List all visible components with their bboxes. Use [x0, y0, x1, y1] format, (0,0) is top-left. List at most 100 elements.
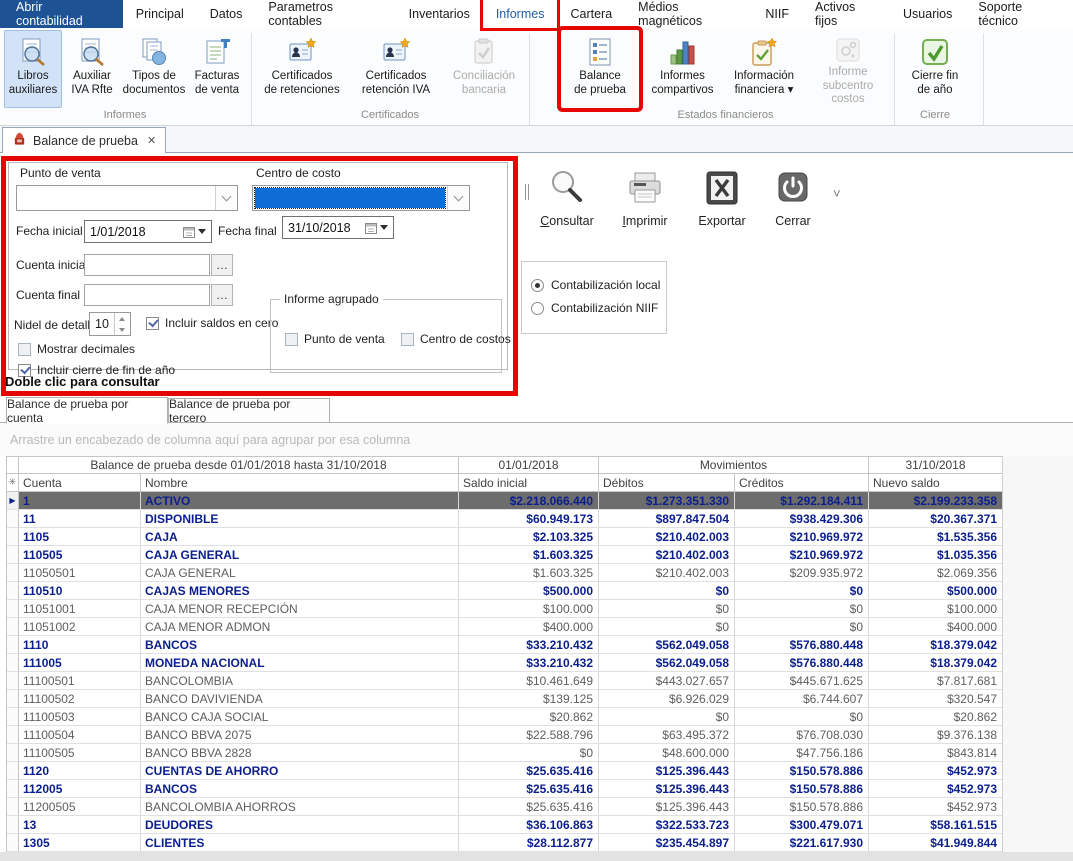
- incluir-saldos-checkbox-row[interactable]: Incluir saldos en cero: [146, 316, 278, 330]
- menu-item[interactable]: Abrir contabilidad: [0, 0, 123, 28]
- ribbon-button-libros-auxiliares[interactable]: Libros auxiliares: [4, 30, 62, 108]
- contabilizacion-local-radio-row[interactable]: Contabilización local: [531, 278, 660, 292]
- contabilizacion-niif-radio-row[interactable]: Contabilización NIIF: [531, 301, 658, 315]
- table-row[interactable]: 112005 BANCOS $25.635.416 $125.396.443 $…: [7, 780, 1002, 798]
- imprimir-button[interactable]: Imprimir: [609, 165, 681, 241]
- table-row[interactable]: 13 DEUDORES $36.106.863 $322.533.723 $30…: [7, 816, 1002, 834]
- table-row[interactable]: ▶ 1 ACTIVO $2.218.066.440 $1.273.351.330…: [7, 492, 1002, 510]
- band-title: Balance de prueba desde 01/01/2018 hasta…: [19, 456, 459, 474]
- table-row[interactable]: 11051001 CAJA MENOR RECEPCIÓN $100.000 $…: [7, 600, 1002, 618]
- column-header-creditos[interactable]: Créditos: [735, 474, 869, 492]
- table-row[interactable]: 1105 CAJA $2.103.325 $210.402.003 $210.9…: [7, 528, 1002, 546]
- table-row[interactable]: 110505 CAJA GENERAL $1.603.325 $210.402.…: [7, 546, 1002, 564]
- ribbon-button-facturas-venta[interactable]: Facturas de venta: [188, 30, 246, 108]
- menu-item[interactable]: Parametros contables: [255, 0, 395, 28]
- table-row[interactable]: 1120 CUENTAS DE AHORRO $25.635.416 $125.…: [7, 762, 1002, 780]
- cell-debitos: $562.049.058: [599, 654, 735, 672]
- menu-item[interactable]: Activos fijos: [802, 0, 890, 28]
- ribbon-button-tipos-documentos[interactable]: Tipos de documentos: [122, 30, 186, 108]
- cuenta-final-browse-button[interactable]: …: [211, 284, 233, 306]
- menu-item[interactable]: Inventarios: [396, 0, 483, 28]
- column-header-nombre[interactable]: Nombre: [141, 474, 459, 492]
- cell-creditos: $76.708.030: [735, 726, 869, 744]
- ribbon-button-informes-compartivos[interactable]: Informes compartivos: [643, 30, 722, 108]
- tab-balance-por-cuenta[interactable]: Balance de prueba por cuenta: [6, 397, 168, 424]
- checkbox-unchecked-icon[interactable]: [285, 333, 298, 346]
- menu-item[interactable]: Datos: [197, 0, 256, 28]
- menu-item[interactable]: Cartera: [557, 0, 625, 28]
- checkbox-unchecked-icon[interactable]: [401, 333, 414, 346]
- table-row[interactable]: 1305 CLIENTES $28.112.877 $235.454.897 $…: [7, 834, 1002, 852]
- ribbon-button-balance-prueba[interactable]: Balance de prueba: [561, 30, 639, 108]
- table-row[interactable]: 111005 MONEDA NACIONAL $33.210.432 $562.…: [7, 654, 1002, 672]
- column-header-saldo-inicial[interactable]: Saldo inicial: [459, 474, 599, 492]
- bottom-scroll-strip[interactable]: [0, 852, 1073, 861]
- group-by-panel[interactable]: Arrastre un encabezado de columna aquí p…: [0, 423, 1073, 456]
- contabilizacion-local-label: Contabilización local: [551, 278, 660, 292]
- cuenta-inicial-input[interactable]: [84, 254, 210, 276]
- menu-item[interactable]: Soporte técnico: [965, 0, 1073, 28]
- radio-selected-icon[interactable]: [531, 279, 544, 292]
- table-row[interactable]: 11051002 CAJA MENOR ADMON $400.000 $0 $0…: [7, 618, 1002, 636]
- table-row[interactable]: 11100501 BANCOLOMBIA $10.461.649 $443.02…: [7, 672, 1002, 690]
- menu-item-label: Principal: [136, 7, 184, 21]
- consultar-button[interactable]: Consultar: [531, 165, 603, 241]
- table-row[interactable]: 11100502 BANCO DAVIVIENDA $139.125 $6.92…: [7, 690, 1002, 708]
- tab-balance-por-tercero[interactable]: Balance de prueba por tercero: [168, 398, 330, 423]
- menu-item[interactable]: Informes: [483, 0, 558, 28]
- fecha-inicial-datepicker[interactable]: 1/01/2018: [84, 220, 212, 243]
- ribbon-button-informacion-financiera[interactable]: Información financiera ▾: [724, 30, 804, 108]
- ribbon-button-auxiliar-iva[interactable]: Auxiliar IVA Rfte: [64, 30, 120, 108]
- ribbon-button-certificados-retenciones[interactable]: Certificados de retenciones: [257, 30, 347, 108]
- close-icon[interactable]: ✕: [147, 134, 156, 147]
- menu-item[interactable]: NIIF: [752, 0, 802, 28]
- centro-costo-combobox[interactable]: [252, 185, 470, 211]
- column-header-cuenta[interactable]: Cuenta: [19, 474, 141, 492]
- punto-venta-combobox[interactable]: [16, 185, 238, 211]
- menu-item[interactable]: Médios magnéticos: [625, 0, 752, 28]
- checkbox-unchecked-icon[interactable]: [18, 343, 31, 356]
- table-row[interactable]: 11100504 BANCO BBVA 2075 $22.588.796 $63…: [7, 726, 1002, 744]
- more-actions-chevron-icon[interactable]: ˅: [833, 186, 841, 201]
- dropdown-arrow-icon[interactable]: [198, 229, 206, 234]
- table-row[interactable]: 110510 CAJAS MENORES $500.000 $0 $0 $500…: [7, 582, 1002, 600]
- checkbox-checked-icon[interactable]: [146, 317, 159, 330]
- nivel-detalle-stepper[interactable]: 10: [89, 312, 131, 336]
- cell-debitos: $125.396.443: [599, 762, 735, 780]
- menu-item[interactable]: Principal: [123, 0, 197, 28]
- table-row[interactable]: 11200505 BANCOLOMBIA AHORROS $25.635.416…: [7, 798, 1002, 816]
- menu-item[interactable]: Usuarios: [890, 0, 965, 28]
- radio-unselected-icon[interactable]: [531, 302, 544, 315]
- spinner-up-icon[interactable]: [115, 313, 129, 324]
- cuenta-inicial-browse-button[interactable]: …: [211, 254, 233, 276]
- tab-balance-de-prueba[interactable]: Balance de prueba ✕: [2, 127, 166, 153]
- column-header-nuevo-saldo[interactable]: Nuevo saldo: [869, 474, 1003, 492]
- dropdown-button[interactable]: [447, 186, 469, 210]
- exportar-button[interactable]: Exportar: [686, 165, 758, 241]
- list-report-icon: [585, 34, 615, 70]
- ribbon-button-cierre-fin-ano[interactable]: Cierre fin de año: [904, 30, 966, 108]
- cell-creditos: $150.578.886: [735, 798, 869, 816]
- dropdown-button[interactable]: [215, 186, 237, 210]
- cuenta-final-input[interactable]: [84, 284, 210, 306]
- ribbon-button-certificados-retencion-iva[interactable]: Certificados retención IVA: [351, 30, 441, 108]
- table-row[interactable]: 1110 BANCOS $33.210.432 $562.049.058 $57…: [7, 636, 1002, 654]
- contabilizacion-niif-label: Contabilización NIIF: [551, 301, 658, 315]
- mostrar-decimales-checkbox-row[interactable]: Mostrar decimales: [18, 342, 135, 356]
- splitter-handle[interactable]: [525, 184, 529, 200]
- table-row[interactable]: 11100503 BANCO CAJA SOCIAL $20.862 $0 $0…: [7, 708, 1002, 726]
- cerrar-button[interactable]: Cerrar: [757, 165, 829, 241]
- row-indicator: [7, 708, 19, 726]
- fecha-final-datepicker[interactable]: 31/10/2018: [282, 216, 394, 239]
- table-row[interactable]: 11 DISPONIBLE $60.949.173 $897.847.504 $…: [7, 510, 1002, 528]
- cell-nuevo-saldo: $9.376.138: [869, 726, 1003, 744]
- table-row[interactable]: 11100505 BANCO BBVA 2828 $0 $48.600.000 …: [7, 744, 1002, 762]
- menu-item-label: Abrir contabilidad: [16, 0, 107, 28]
- table-row[interactable]: 11050501 CAJA GENERAL $1.603.325 $210.40…: [7, 564, 1002, 582]
- spinner-down-icon[interactable]: [115, 324, 129, 335]
- cell-debitos: $443.027.657: [599, 672, 735, 690]
- dropdown-arrow-icon[interactable]: [380, 225, 388, 230]
- agrupado-centro-costos-checkbox-row[interactable]: Centro de costos: [401, 332, 511, 346]
- column-header-debitos[interactable]: Débitos: [599, 474, 735, 492]
- agrupado-punto-venta-checkbox-row[interactable]: Punto de venta: [285, 332, 385, 346]
